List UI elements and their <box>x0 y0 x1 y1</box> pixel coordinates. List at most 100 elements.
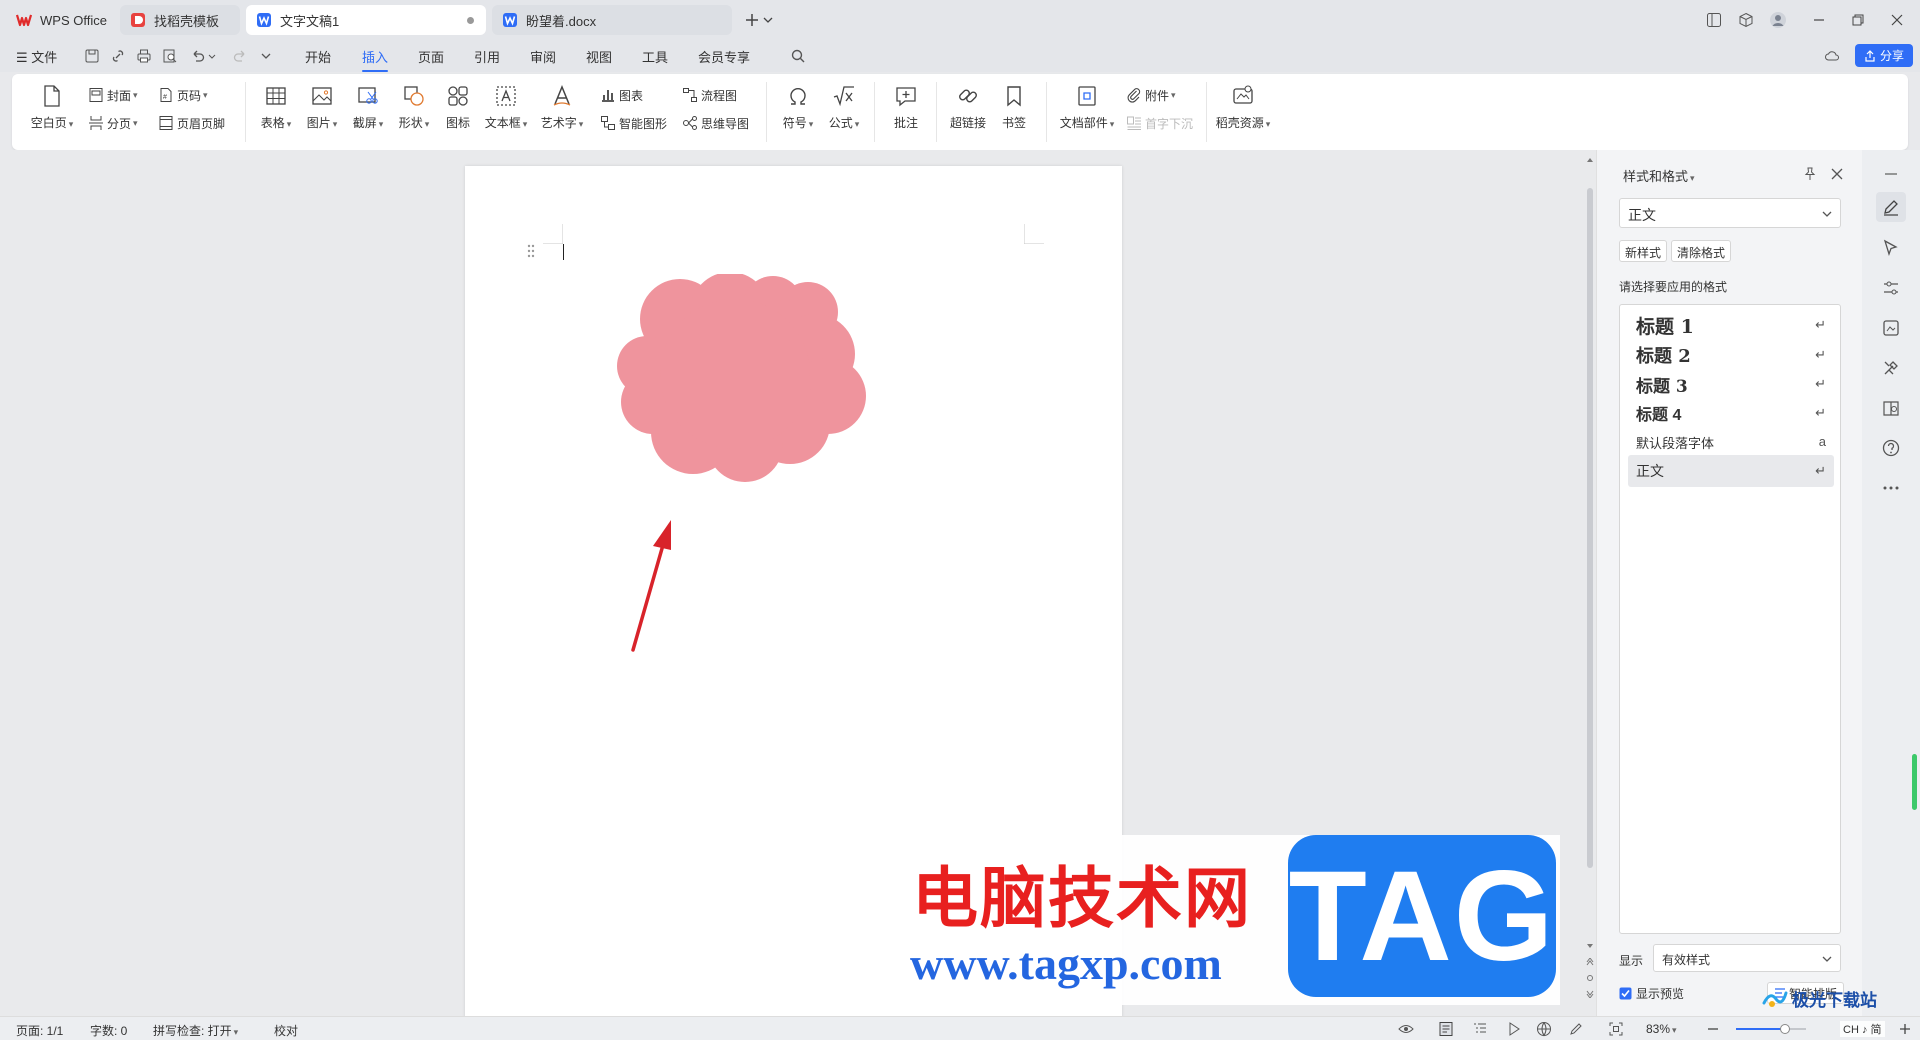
scroll-down-icon[interactable] <box>1586 942 1594 950</box>
tab-docx-file[interactable]: 盼望着.docx <box>492 5 732 35</box>
page-break-button[interactable]: 分页 ▾ <box>88 112 138 134</box>
file-menu[interactable]: ☰ 文件 <box>16 47 57 66</box>
bookmark-button[interactable]: 书签 <box>988 84 1040 131</box>
layout-button[interactable] <box>1702 8 1726 32</box>
current-style-select[interactable]: 正文 <box>1619 198 1841 228</box>
tab-tools[interactable]: 工具 <box>642 47 668 66</box>
symbol-button[interactable]: 符号 ▾ <box>772 84 824 131</box>
picture-button[interactable]: 图片 ▾ <box>296 84 348 131</box>
style-item-heading-2[interactable]: 标题 2 ↵ <box>1628 339 1834 371</box>
search-icon[interactable] <box>790 48 806 64</box>
doc-parts-button[interactable]: 文档部件 ▾ <box>1056 84 1118 131</box>
page-count[interactable]: 页面: 1/1 <box>16 1022 63 1039</box>
zoom-slider-knob[interactable] <box>1780 1024 1790 1034</box>
page-number-button[interactable]: # 页码 ▾ <box>158 84 208 106</box>
ime-indicator[interactable]: CH ♪ 简 <box>1840 1021 1885 1037</box>
more-icon[interactable] <box>1881 478 1901 498</box>
drop-cap-button[interactable]: 首字下沉 <box>1126 112 1193 134</box>
style-item-heading-4[interactable]: 标题 4 ↵ <box>1628 397 1834 429</box>
spellcheck-status[interactable]: 拼写检查: 打开 ▾ <box>153 1022 238 1039</box>
cover-button[interactable]: 封面 ▾ <box>88 84 138 106</box>
book-search-icon[interactable] <box>1881 398 1901 418</box>
formula-button[interactable]: 公式 ▾ <box>818 84 870 131</box>
help-icon[interactable] <box>1881 438 1901 458</box>
tab-references[interactable]: 引用 <box>474 47 500 66</box>
select-cursor-icon[interactable] <box>1881 238 1901 258</box>
panel-title[interactable]: 样式和格式 ▾ <box>1623 166 1695 185</box>
share-button[interactable]: 分享 <box>1855 44 1913 67</box>
zoom-out-icon[interactable] <box>1706 1022 1720 1036</box>
save-icon[interactable] <box>84 48 100 64</box>
eye-icon[interactable] <box>1398 1022 1414 1036</box>
word-count[interactable]: 字数: 0 <box>90 1022 127 1039</box>
pen-icon[interactable] <box>1568 1021 1584 1037</box>
style-item-heading-1[interactable]: 标题 1 ↵ <box>1628 309 1834 341</box>
show-preview-checkbox[interactable]: 显示预览 <box>1619 985 1684 1002</box>
web-view-icon[interactable] <box>1536 1021 1552 1037</box>
attachment-button[interactable]: 附件 ▾ <box>1126 84 1176 106</box>
hyperlink-button[interactable]: 超链接 <box>942 84 994 131</box>
cloud-sync-icon[interactable] <box>1824 48 1840 64</box>
print-preview-icon[interactable] <box>162 48 178 64</box>
collapse-icon[interactable] <box>1881 164 1901 184</box>
scroll-up-icon[interactable] <box>1586 156 1594 164</box>
more-quick-access-icon[interactable] <box>258 48 274 64</box>
tab-wps-office[interactable]: WPS Office <box>6 5 116 35</box>
chart-button[interactable]: 图表 <box>600 84 643 106</box>
table-button[interactable]: 表格 ▾ <box>250 84 302 131</box>
zoom-in-icon[interactable] <box>1898 1022 1912 1036</box>
zoom-slider[interactable] <box>1736 1024 1806 1034</box>
flowchart-button[interactable]: 流程图 <box>682 84 737 106</box>
app-center-button[interactable] <box>1734 8 1758 32</box>
redo-icon[interactable] <box>232 48 248 64</box>
zoom-level[interactable]: 83% ▾ <box>1646 1022 1677 1036</box>
tab-list-button[interactable] <box>760 8 776 32</box>
picture-edit-icon[interactable] <box>1881 318 1901 338</box>
print-icon[interactable] <box>136 48 152 64</box>
play-icon[interactable] <box>1506 1021 1522 1037</box>
clear-format-button[interactable]: 清除格式 <box>1671 240 1732 262</box>
select-browse-icon[interactable] <box>1587 974 1595 982</box>
new-style-button[interactable]: 新样式 <box>1619 240 1668 262</box>
screenshot-button[interactable]: 截屏 ▾ <box>342 84 394 131</box>
outline-view-icon[interactable] <box>1472 1021 1488 1037</box>
prev-page-icon[interactable] <box>1586 958 1594 966</box>
header-footer-button[interactable]: 页眉页脚 <box>158 112 225 134</box>
next-page-icon[interactable] <box>1586 990 1594 998</box>
tools-icon[interactable] <box>1881 358 1901 378</box>
tab-review[interactable]: 审阅 <box>530 47 556 66</box>
style-item-heading-3[interactable]: 标题 3 ↵ <box>1628 368 1834 400</box>
tab-view[interactable]: 视图 <box>586 47 612 66</box>
scroll-thumb[interactable] <box>1587 188 1593 868</box>
show-filter-select[interactable]: 有效样式 <box>1653 944 1841 972</box>
art-text-button[interactable]: 艺术字 ▾ <box>536 84 588 131</box>
user-avatar[interactable] <box>1766 8 1790 32</box>
mindmap-button[interactable]: 思维导图 <box>682 112 749 134</box>
pin-icon[interactable] <box>1803 167 1817 181</box>
cloud-shape[interactable] <box>605 274 875 484</box>
smart-graphic-button[interactable]: 智能图形 <box>600 112 667 134</box>
tab-docer-templates[interactable]: 找稻壳模板 <box>120 5 240 35</box>
close-window-button[interactable] <box>1885 8 1909 32</box>
minimize-button[interactable] <box>1807 8 1831 32</box>
style-item-default-font[interactable]: 默认段落字体 a <box>1628 426 1834 458</box>
tab-document-1[interactable]: 文字文稿1 <box>246 5 486 35</box>
textbox-button[interactable]: 文本框 ▾ <box>480 84 532 131</box>
chevron-down-icon[interactable] <box>207 48 217 64</box>
comment-button[interactable]: 批注 <box>880 84 932 131</box>
undo-icon[interactable] <box>190 48 206 64</box>
adjust-sliders-icon[interactable] <box>1881 278 1901 298</box>
tab-insert[interactable]: 插入 <box>362 47 389 72</box>
tab-member[interactable]: 会员专享 <box>698 47 750 66</box>
docer-resources-button[interactable]: 稻壳资源 ▾ <box>1212 84 1274 131</box>
page-view-icon[interactable] <box>1438 1021 1454 1037</box>
drag-handle-icon[interactable] <box>527 244 535 258</box>
restore-button[interactable] <box>1846 8 1870 32</box>
vertical-scrollbar[interactable] <box>1584 150 1596 1016</box>
tab-page[interactable]: 页面 <box>418 47 444 66</box>
proofread-button[interactable]: 校对 <box>274 1022 298 1039</box>
style-item-body[interactable]: 正文 ↵ <box>1628 455 1834 487</box>
link-share-icon[interactable] <box>110 48 126 64</box>
pen-style-icon[interactable] <box>1881 197 1901 217</box>
blank-page-button[interactable]: 空白页 ▾ <box>26 84 78 131</box>
